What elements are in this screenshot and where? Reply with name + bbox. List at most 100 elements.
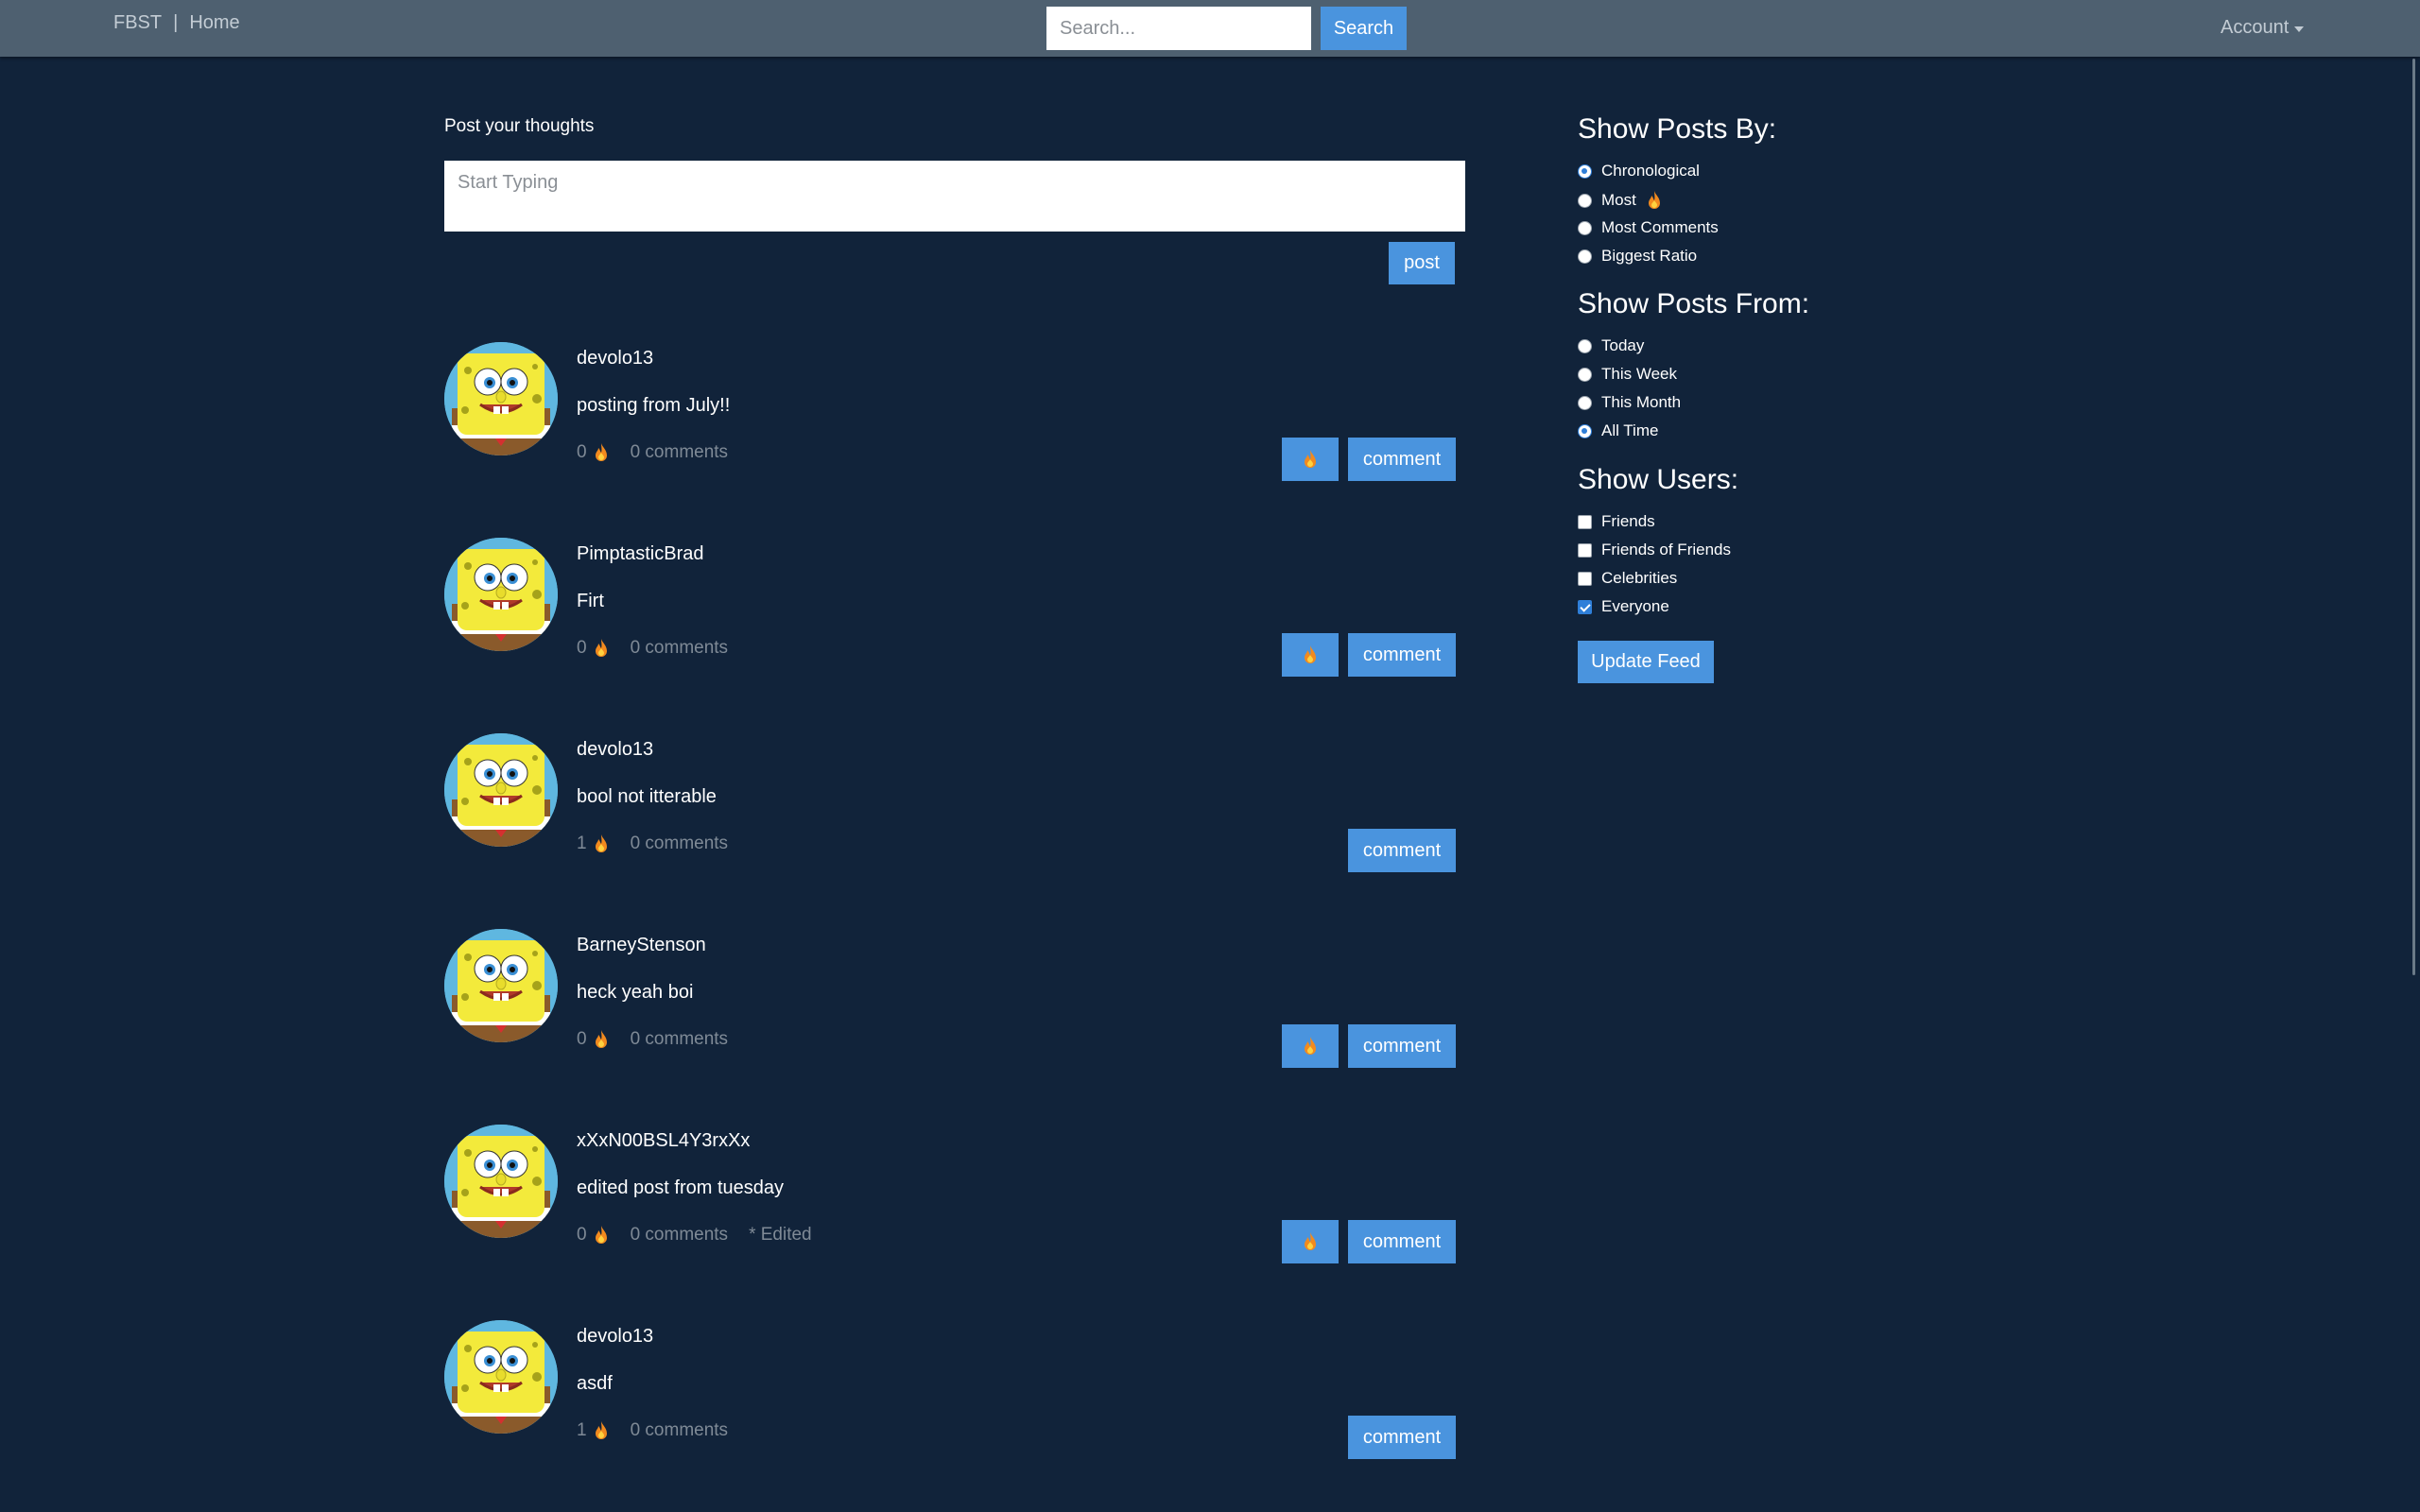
fire-icon (1302, 1231, 1319, 1252)
checkbox[interactable] (1578, 514, 1592, 529)
radio-button[interactable] (1578, 163, 1592, 179)
radio-button[interactable] (1578, 367, 1592, 382)
avatar[interactable] (444, 342, 558, 455)
post-username[interactable]: BarneyStenson (577, 935, 706, 956)
radio-option[interactable]: Biggest Ratio (1578, 247, 1697, 266)
fire-icon (593, 638, 610, 659)
fire-button[interactable] (1282, 633, 1339, 677)
checkbox-option[interactable]: Everyone (1578, 597, 1669, 616)
comment-button[interactable]: comment (1348, 1024, 1456, 1068)
post-meta: 0 0 comments (577, 442, 749, 463)
comment-count[interactable]: 0 comments (631, 442, 728, 463)
post-text: Firt (577, 591, 604, 611)
avatar[interactable] (444, 929, 558, 1042)
post-text: heck yeah boi (577, 982, 694, 1003)
option-label: Celebrities (1601, 569, 1678, 587)
fire-count: 1 (577, 1420, 587, 1440)
radio-button[interactable] (1578, 193, 1592, 208)
comment-button[interactable]: comment (1348, 829, 1456, 872)
fire-icon (593, 1029, 610, 1050)
radio-option[interactable]: This Week (1578, 365, 1677, 384)
checkbox[interactable] (1578, 571, 1592, 586)
checkbox[interactable] (1578, 542, 1592, 558)
composer-label: Post your thoughts (444, 116, 595, 136)
edited-label: * Edited (749, 1225, 812, 1245)
fire-icon (1302, 449, 1319, 470)
radio-button[interactable] (1578, 338, 1592, 353)
radio-button[interactable] (1578, 220, 1592, 235)
fire-count: 0 (577, 1029, 587, 1049)
radio-button[interactable] (1578, 423, 1592, 438)
post-item: devolo13 bool not itterable 1 0 comments com… (444, 733, 1456, 875)
account-label: Account (2221, 17, 2290, 38)
post-item: devolo13 asdf 1 0 comments comment (444, 1320, 1456, 1462)
post-item: devolo13 posting from July!! 0 0 comments co… (444, 342, 1456, 484)
post-username[interactable]: devolo13 (577, 739, 653, 761)
post-meta: 0 0 comments * Edited (577, 1225, 812, 1246)
option-label: Today (1601, 336, 1645, 354)
radio-option[interactable]: Chronological (1578, 162, 1700, 180)
comment-count[interactable]: 0 comments (631, 1225, 728, 1246)
avatar[interactable] (444, 733, 558, 847)
comment-button[interactable]: comment (1348, 633, 1456, 677)
option-label: This Month (1601, 393, 1682, 411)
update-feed-button[interactable]: Update Feed (1578, 641, 1714, 683)
checkbox-option[interactable]: Friends (1578, 512, 1655, 531)
post-button[interactable]: post (1389, 242, 1455, 284)
top-navbar: FBST | Home Search Account (0, 0, 2420, 57)
fire-icon (1646, 190, 1663, 211)
comment-button[interactable]: comment (1348, 1220, 1456, 1263)
post-text: posting from July!! (577, 395, 731, 416)
fire-count: 1 (577, 833, 587, 853)
comment-count[interactable]: 0 comments (631, 1420, 728, 1441)
radio-option[interactable]: Today (1578, 336, 1644, 355)
fire-count: 0 (577, 1225, 587, 1245)
fire-count: 0 (577, 442, 587, 462)
radio-option[interactable]: All Time (1578, 421, 1658, 440)
comment-count[interactable]: 0 comments (631, 833, 728, 854)
checkbox-option[interactable]: Celebrities (1578, 569, 1677, 588)
option-label: Chronological (1601, 162, 1700, 180)
radio-button[interactable] (1578, 249, 1592, 264)
radio-option[interactable]: Most Comments (1578, 218, 1719, 237)
brand-area: FBST | Home (113, 12, 240, 34)
account-dropdown[interactable]: Account (2221, 17, 2305, 39)
post-username[interactable]: PimptasticBrad (577, 543, 704, 565)
option-label: All Time (1601, 421, 1659, 439)
home-link[interactable]: Home (189, 12, 239, 34)
fire-icon (1302, 644, 1319, 665)
post-text: asdf (577, 1373, 613, 1394)
fire-button[interactable] (1282, 1220, 1339, 1263)
post-meta: 1 0 comments (577, 833, 749, 854)
brand-link[interactable]: FBST (113, 12, 162, 34)
post-username[interactable]: xXxN00BSL4Y3rxXx (577, 1130, 750, 1152)
post-meta: 0 0 comments (577, 638, 749, 659)
post-text: edited post from tuesday (577, 1177, 785, 1198)
search-button[interactable]: Search (1321, 7, 1407, 50)
comment-button[interactable]: comment (1348, 438, 1456, 481)
comment-button[interactable]: comment (1348, 1416, 1456, 1459)
page-scrollbar[interactable] (2412, 59, 2415, 975)
comment-count[interactable]: 0 comments (631, 1029, 728, 1050)
radio-button[interactable] (1578, 395, 1592, 410)
option-label: Friends (1601, 512, 1655, 530)
post-text: bool not itterable (577, 786, 717, 807)
avatar[interactable] (444, 538, 558, 651)
checkbox[interactable] (1578, 599, 1592, 614)
post-username[interactable]: devolo13 (577, 1326, 653, 1348)
fire-button[interactable] (1282, 438, 1339, 481)
option-label: Friends of Friends (1601, 541, 1731, 558)
radio-option[interactable]: This Month (1578, 393, 1681, 412)
avatar[interactable] (444, 1320, 558, 1434)
checkbox-option[interactable]: Friends of Friends (1578, 541, 1731, 559)
comment-count[interactable]: 0 comments (631, 638, 728, 659)
search-input[interactable] (1046, 7, 1311, 50)
avatar[interactable] (444, 1125, 558, 1238)
composer-input[interactable] (444, 161, 1465, 232)
chevron-down-icon (2294, 26, 2305, 32)
fire-button[interactable] (1282, 1024, 1339, 1068)
fire-icon (593, 1225, 610, 1246)
radio-option[interactable]: Most (1578, 190, 1663, 211)
sort-heading: Show Posts By: (1578, 113, 1777, 145)
post-username[interactable]: devolo13 (577, 348, 653, 369)
